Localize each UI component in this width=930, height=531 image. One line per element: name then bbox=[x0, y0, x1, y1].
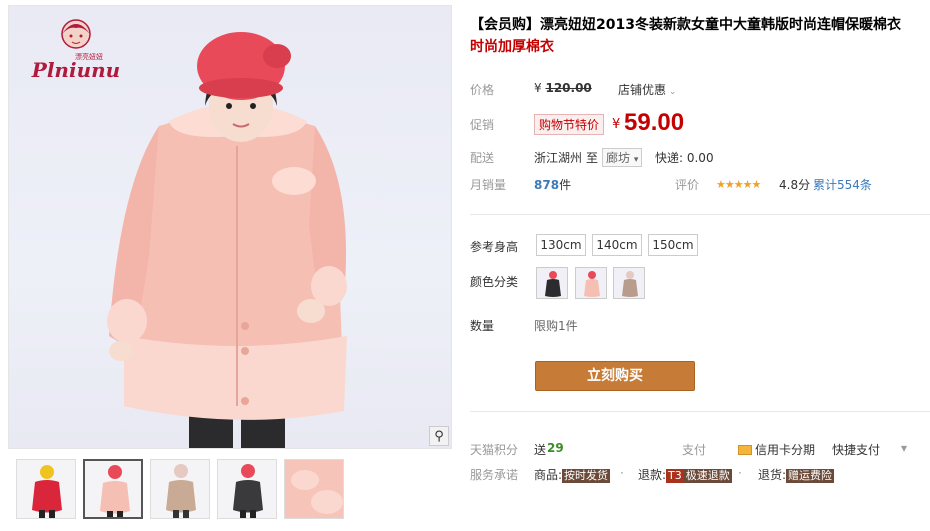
credit-installment-label: 信用卡分期 bbox=[755, 443, 816, 457]
divider bbox=[470, 214, 930, 215]
credit-installment[interactable]: 信用卡分期 bbox=[738, 441, 815, 458]
color-label: 颜色分类 bbox=[470, 275, 519, 289]
promo-label: 促销 bbox=[470, 118, 495, 132]
shipping-to-word: 至 bbox=[586, 151, 599, 165]
promo-tag-text: 购物节特价 bbox=[534, 114, 605, 135]
color-option-beige[interactable] bbox=[613, 267, 645, 299]
rating-score: 4.8分 bbox=[779, 178, 811, 192]
points-send: 送 bbox=[534, 443, 547, 457]
promo-currency-symbol: ¥ bbox=[612, 117, 621, 132]
payment-label: 支付 bbox=[682, 443, 707, 457]
quantity-limit: 限购1件 bbox=[534, 319, 578, 333]
express-fee: 快递: 0.00 bbox=[655, 151, 714, 165]
sales-label: 月销量 bbox=[470, 178, 507, 192]
points-value: 29 bbox=[547, 441, 564, 455]
sales-unit: 件 bbox=[559, 178, 572, 192]
magnifier-icon[interactable]: ⚲ bbox=[429, 426, 449, 446]
separator-dot: · bbox=[620, 466, 624, 480]
promo-currency: ¥ bbox=[612, 117, 620, 132]
divider bbox=[470, 411, 930, 412]
review-count-link[interactable]: 累计554条 bbox=[813, 176, 872, 193]
chevron-down-icon: ▾ bbox=[633, 155, 639, 165]
main-product-image[interactable]: 漂亮妞妞 Plniunu ⚲ bbox=[8, 5, 452, 449]
separator-dot: · bbox=[738, 466, 742, 480]
thumbnail-black-coat[interactable] bbox=[217, 459, 277, 519]
rating-label: 评价 bbox=[675, 178, 700, 192]
store-discount-dropdown[interactable]: 店铺优惠 ⌄ bbox=[618, 81, 676, 98]
service-refund-tag2[interactable]: 极速退款 bbox=[683, 469, 732, 483]
height-row: 参考身高 130cm 140cm 150cm bbox=[470, 234, 770, 258]
service-refund-label: 退款: bbox=[638, 468, 667, 482]
height-label: 参考身高 bbox=[470, 240, 519, 254]
points-label: 天猫积分 bbox=[470, 443, 519, 457]
thumbnail-pink-coat[interactable] bbox=[83, 459, 143, 519]
service-label: 服务承诺 bbox=[470, 468, 519, 482]
product-title: 【会员购】漂亮妞妞2013冬装新款女童中大童韩版时尚连帽保暖棉衣 时尚加厚棉衣 bbox=[470, 14, 920, 58]
thumbnail-red-coat[interactable] bbox=[16, 459, 76, 519]
rating-stars: ★★★★★ bbox=[716, 177, 761, 191]
review-count: 累计554条 bbox=[813, 178, 872, 192]
color-row: 颜色分类 bbox=[470, 267, 770, 301]
sales-count: 878件 bbox=[534, 176, 571, 193]
thumbnail-fabric-detail[interactable] bbox=[284, 459, 344, 519]
buy-now-button[interactable]: 立刻购买 bbox=[535, 361, 695, 391]
chevron-down-icon: ⌄ bbox=[666, 87, 677, 97]
product-photo bbox=[107, 32, 347, 448]
service-goods-label: 商品: bbox=[534, 468, 563, 482]
height-option-150[interactable]: 150cm bbox=[648, 234, 698, 256]
shipping-label: 配送 bbox=[470, 151, 495, 165]
product-title-main: 【会员购】漂亮妞妞2013冬装新款女童中大童韩版时尚连帽保暖棉衣 bbox=[470, 17, 901, 33]
product-gallery: 漂亮妞妞 Plniunu ⚲ bbox=[8, 5, 452, 531]
promo-price-value: 59.00 bbox=[624, 109, 685, 136]
service-refund-tag1[interactable]: T3 bbox=[666, 469, 684, 483]
store-discount-label: 店铺优惠 bbox=[618, 83, 667, 97]
height-option-130[interactable]: 130cm bbox=[536, 234, 586, 256]
quantity-label: 数量 bbox=[470, 319, 495, 333]
thumbnail-strip bbox=[8, 459, 452, 523]
color-option-black[interactable] bbox=[536, 267, 568, 299]
original-price-value: 120.00 bbox=[545, 81, 592, 95]
destination-select[interactable]: 廊坊 ▾ bbox=[602, 148, 643, 167]
height-option-140[interactable]: 140cm bbox=[592, 234, 642, 256]
credit-card-icon bbox=[738, 444, 752, 455]
star-icon: ★★★★★ bbox=[716, 178, 761, 191]
sales-count-value: 878 bbox=[534, 178, 560, 192]
service-goods-tag[interactable]: 按时发货 bbox=[562, 469, 611, 483]
quick-pay[interactable]: 快捷支付 bbox=[832, 441, 880, 458]
promo-price: 59.00 bbox=[624, 109, 684, 137]
service-refund: 退款: T3 极速退款 bbox=[638, 466, 732, 483]
price-label: 价格 bbox=[470, 83, 495, 97]
color-option-pink[interactable] bbox=[575, 267, 607, 299]
original-price: ¥ 120.00 bbox=[534, 81, 592, 95]
service-return: 退货: 赠运费险 bbox=[758, 466, 835, 483]
product-detail-panel: 【会员购】漂亮妞妞2013冬装新款女童中大童韩版时尚连帽保暖棉衣 时尚加厚棉衣 … bbox=[470, 14, 930, 483]
promo-tag: 购物节特价 bbox=[534, 114, 605, 135]
service-return-tag[interactable]: 赠运费险 bbox=[786, 469, 835, 483]
thumbnail-beige-coat[interactable] bbox=[150, 459, 210, 519]
currency-symbol: ¥ bbox=[534, 81, 542, 95]
chevron-down-icon[interactable]: ▾ bbox=[901, 441, 907, 455]
service-return-label: 退货: bbox=[758, 468, 787, 482]
service-goods: 商品: 按时发货 bbox=[534, 466, 611, 483]
shipping-from: 浙江湖州 bbox=[534, 151, 583, 165]
product-title-sub: 时尚加厚棉衣 bbox=[470, 39, 554, 55]
destination-value: 廊坊 bbox=[606, 151, 631, 165]
